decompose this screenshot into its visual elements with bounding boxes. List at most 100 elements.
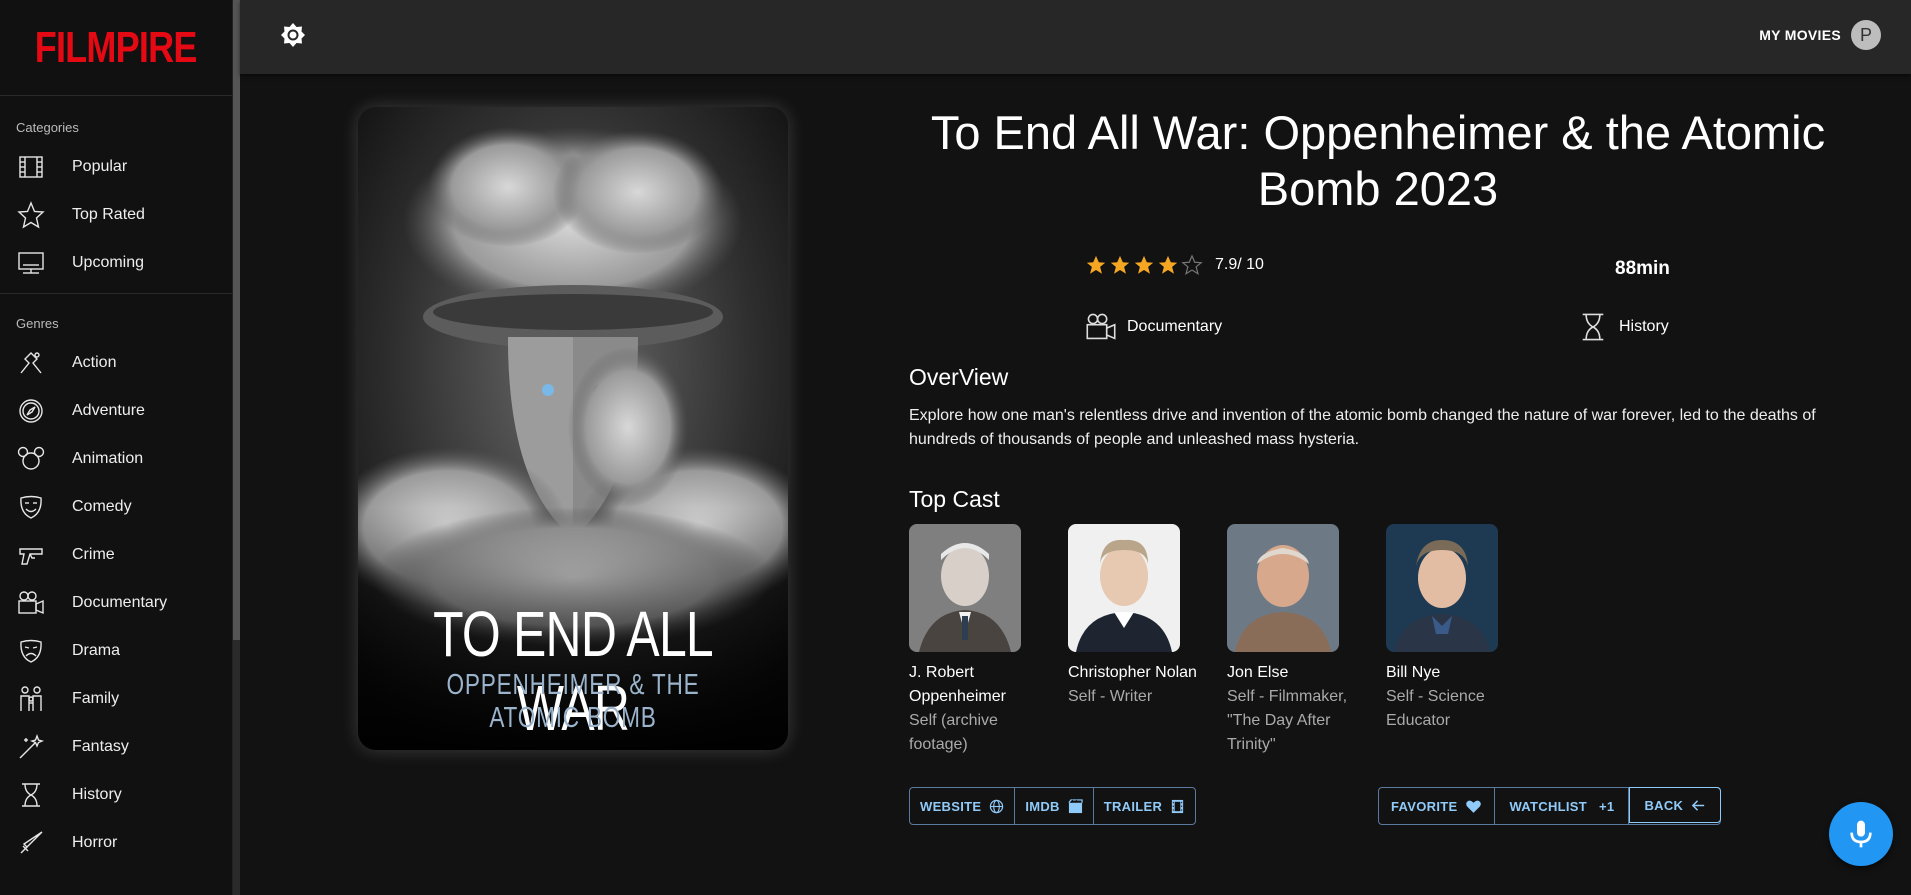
sidebar-item-history[interactable]: History <box>0 771 232 819</box>
sidebar-item-label: Crime <box>72 546 115 563</box>
scrollbar-thumb[interactable] <box>233 0 240 640</box>
watchlist-badge: +1 <box>1599 798 1615 814</box>
sidebar-item-adventure[interactable]: Adventure <box>0 387 232 435</box>
imdb-label: IMDB <box>1025 798 1060 814</box>
sidebar-item-label: Drama <box>72 642 121 659</box>
movie-poster: TO END ALL WAR OPPENHEIMER & THE ATOMIC … <box>358 107 788 750</box>
sidebar-item-label: Popular <box>72 158 128 175</box>
overview-text: Explore how one man's relentless drive a… <box>909 407 1816 448</box>
back-button[interactable]: BACK <box>1629 787 1722 823</box>
overview-heading: OverView <box>909 364 1009 390</box>
theme-toggle-button[interactable] <box>280 22 306 48</box>
logo-text: FILMPIRE <box>35 22 198 72</box>
watchlist-label: WATCHLIST <box>1509 798 1588 814</box>
sidebar-item-upcoming[interactable]: Upcoming <box>0 239 232 287</box>
runtime: 88min <box>1615 258 1670 279</box>
logo[interactable]: FILMPIRE <box>0 0 232 96</box>
compass-icon <box>16 396 46 426</box>
cast-member[interactable]: Bill Nye Self - Science Educator <box>1386 524 1521 733</box>
cast-member[interactable]: Christopher Nolan Self - Writer <box>1068 524 1203 709</box>
cast-name: Bill Nye <box>1386 664 1441 681</box>
cast-photo[interactable] <box>1386 524 1498 652</box>
cast-name: J. Robert Oppenheimer <box>909 664 1006 705</box>
avatar: P <box>1851 20 1881 50</box>
sidebar-item-top-rated[interactable]: Top Rated <box>0 191 232 239</box>
my-movies-button[interactable]: MY MOVIES P <box>1759 20 1881 50</box>
sidebar-item-label: Adventure <box>72 402 145 419</box>
sidebar-item-action[interactable]: Action <box>0 339 232 387</box>
star-icon <box>1110 255 1130 274</box>
website-button[interactable]: WEBSITE <box>910 788 1016 824</box>
sidebar-item-label: Family <box>72 690 120 707</box>
sidebar-item-label: Documentary <box>72 594 168 611</box>
imdb-button[interactable]: IMDB <box>1015 788 1094 824</box>
heart-icon <box>1465 798 1482 815</box>
film-strip-icon <box>1170 799 1185 814</box>
sidebar-item-documentary[interactable]: Documentary <box>0 579 232 627</box>
trailer-button[interactable]: TRAILER <box>1094 788 1195 824</box>
back-label: BACK <box>1644 797 1684 813</box>
sidebar-item-label: Top Rated <box>72 206 145 223</box>
trailer-label: TRAILER <box>1103 798 1163 814</box>
cast-member[interactable]: Jon Else Self - Filmmaker, "The Day Afte… <box>1227 524 1362 757</box>
sidebar-item-crime[interactable]: Crime <box>0 531 232 579</box>
star-icon <box>1086 255 1106 274</box>
cast-member[interactable]: J. Robert Oppenheimer Self (archive foot… <box>909 524 1044 757</box>
genre-history[interactable]: History <box>1577 311 1669 343</box>
microphone-icon <box>1850 820 1872 848</box>
gun-icon <box>16 540 46 570</box>
sidebar-item-drama[interactable]: Drama <box>0 627 232 675</box>
sidebar-item-horror[interactable]: Horror <box>0 819 232 867</box>
cast-photo[interactable] <box>909 524 1021 652</box>
film-icon <box>16 152 46 182</box>
sidebar-scrollbar[interactable] <box>233 0 240 895</box>
cast-name: Jon Else <box>1227 664 1289 681</box>
cast-photo[interactable] <box>1068 524 1180 652</box>
star-icon <box>16 200 46 230</box>
actions-group: FAVORITE WATCHLIST +1 BACK <box>1378 787 1722 825</box>
sidebar: FILMPIRE Categories Popular Top Rated Up… <box>0 0 233 895</box>
cast-photo[interactable] <box>1227 524 1339 652</box>
star-icon <box>1134 255 1154 274</box>
comedy-mask-icon <box>16 492 46 522</box>
genres-heading: Genres <box>16 316 59 331</box>
movie-clapper-icon <box>1068 798 1083 814</box>
sidebar-item-label: Animation <box>72 450 144 467</box>
magic-wand-icon <box>16 732 46 762</box>
star-outline-icon <box>1181 254 1203 275</box>
rating: 7.9/ 10 <box>1085 254 1264 276</box>
drama-mask-icon <box>16 636 46 666</box>
arrow-left-icon <box>1691 798 1706 813</box>
cast-role: Self - Filmmaker, "The Day After Trinity… <box>1227 688 1348 753</box>
genre-label: History <box>1619 318 1669 335</box>
sidebar-item-label: Comedy <box>72 498 132 515</box>
external-links-group: WEBSITE IMDB TRAILER <box>909 787 1197 825</box>
sidebar-item-animation[interactable]: Animation <box>0 435 232 483</box>
favorite-button[interactable]: FAVORITE <box>1379 788 1496 824</box>
knife-icon <box>16 828 46 858</box>
favorite-label: FAVORITE <box>1391 798 1458 814</box>
voice-assistant-button[interactable] <box>1829 802 1893 866</box>
star-icon <box>1158 255 1178 274</box>
camera-icon <box>1086 313 1116 340</box>
sidebar-item-fantasy[interactable]: Fantasy <box>0 723 232 771</box>
genre-label: Documentary <box>1127 318 1223 335</box>
poster-subtitle: OPPENHEIMER & THE ATOMIC BOMB <box>446 669 700 734</box>
cast-role: Self - Writer <box>1068 688 1153 705</box>
camera-icon <box>16 588 46 618</box>
genre-documentary[interactable]: Documentary <box>1085 311 1222 343</box>
rating-value: 7.9/ 10 <box>1215 256 1264 273</box>
globe-icon <box>989 799 1004 814</box>
top-cast-heading: Top Cast <box>909 486 1000 512</box>
sidebar-item-label: Horror <box>72 834 118 851</box>
cast-name: Christopher Nolan <box>1068 664 1197 681</box>
sidebar-item-label: Fantasy <box>72 738 129 755</box>
sidebar-item-popular[interactable]: Popular <box>0 143 232 191</box>
sidebar-item-label: Upcoming <box>72 254 145 271</box>
watchlist-button[interactable]: WATCHLIST +1 <box>1495 788 1630 824</box>
movie-title: To End All War: Oppenheimer & the Atomic… <box>930 106 1826 215</box>
family-icon <box>16 684 46 714</box>
sidebar-item-family[interactable]: Family <box>0 675 232 723</box>
hourglass-icon <box>1582 313 1604 341</box>
sidebar-item-comedy[interactable]: Comedy <box>0 483 232 531</box>
